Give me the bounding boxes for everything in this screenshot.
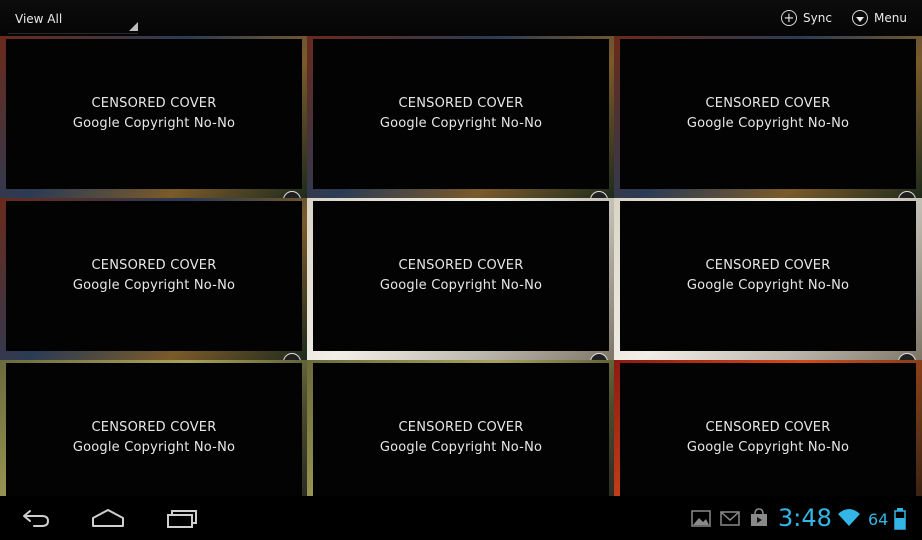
cover-line1: CENSORED COVER xyxy=(91,96,217,111)
view-filter-spinner[interactable]: View All xyxy=(8,5,138,34)
cover-line2: Google Copyright No-No xyxy=(686,440,850,455)
cover-tile[interactable]: CENSORED COVER Google Copyright No-No xyxy=(307,36,614,200)
cover-line1: CENSORED COVER xyxy=(705,420,831,435)
sync-label: Sync xyxy=(803,11,832,25)
cover-tile[interactable]: CENSORED COVER Google Copyright No-No xyxy=(614,198,922,362)
view-filter-label: View All xyxy=(15,12,63,26)
recent-apps-button[interactable] xyxy=(164,506,198,530)
censored-cover: CENSORED COVER Google Copyright No-No xyxy=(6,363,302,513)
cover-line2: Google Copyright No-No xyxy=(379,116,543,131)
back-button[interactable] xyxy=(20,506,52,530)
gmail-notification[interactable] xyxy=(719,508,741,532)
cover-line1: CENSORED COVER xyxy=(398,258,524,273)
wifi-status xyxy=(837,506,861,530)
cover-line1: CENSORED COVER xyxy=(91,258,217,273)
gallery-notification[interactable] xyxy=(690,508,712,532)
cover-line2: Google Copyright No-No xyxy=(686,116,850,131)
menu-label: Menu xyxy=(874,11,907,25)
cover-tile[interactable]: CENSORED COVER Google Copyright No-No xyxy=(307,198,614,362)
menu-button[interactable]: Menu xyxy=(852,8,907,28)
wifi-icon xyxy=(838,509,860,526)
market-icon xyxy=(751,508,767,526)
gmail-icon xyxy=(720,511,740,526)
market-notification[interactable] xyxy=(748,508,770,532)
cover-line2: Google Copyright No-No xyxy=(72,278,236,293)
gallery-icon xyxy=(691,510,711,527)
sync-button[interactable]: + Sync xyxy=(781,8,832,28)
chevron-down-icon xyxy=(852,10,868,26)
cover-line2: Google Copyright No-No xyxy=(379,278,543,293)
censored-cover: CENSORED COVER Google Copyright No-No xyxy=(313,363,609,513)
cover-line1: CENSORED COVER xyxy=(398,420,524,435)
home-button[interactable] xyxy=(90,506,126,530)
cover-line1: CENSORED COVER xyxy=(705,96,831,111)
recent-apps-icon xyxy=(167,510,197,528)
cover-line2: Google Copyright No-No xyxy=(72,116,236,131)
spinner-corner-icon xyxy=(129,22,138,31)
battery-icon xyxy=(894,508,906,530)
cover-tile[interactable]: CENSORED COVER Google Copyright No-No xyxy=(0,36,307,200)
battery-status xyxy=(893,508,907,532)
cover-line2: Google Copyright No-No xyxy=(686,278,850,293)
plus-icon: + xyxy=(781,10,797,26)
cover-line1: CENSORED COVER xyxy=(398,96,524,111)
clock-time: 3:48 xyxy=(778,504,832,532)
back-icon xyxy=(23,510,50,527)
cover-line1: CENSORED COVER xyxy=(91,420,217,435)
cover-line2: Google Copyright No-No xyxy=(72,440,236,455)
censored-cover: CENSORED COVER Google Copyright No-No xyxy=(313,201,609,351)
cover-tile[interactable]: CENSORED COVER Google Copyright No-No xyxy=(0,198,307,362)
cover-line1: CENSORED COVER xyxy=(705,258,831,273)
cover-line2: Google Copyright No-No xyxy=(379,440,543,455)
censored-cover: CENSORED COVER Google Copyright No-No xyxy=(6,39,302,189)
censored-cover: CENSORED COVER Google Copyright No-No xyxy=(620,39,916,189)
battery-percentage: 64 xyxy=(868,510,889,529)
censored-cover: CENSORED COVER Google Copyright No-No xyxy=(6,201,302,351)
censored-cover: CENSORED COVER Google Copyright No-No xyxy=(620,363,916,513)
home-icon xyxy=(92,509,124,527)
censored-cover: CENSORED COVER Google Copyright No-No xyxy=(313,39,609,189)
censored-cover: CENSORED COVER Google Copyright No-No xyxy=(620,201,916,351)
action-bar: View All + Sync Menu xyxy=(0,0,922,36)
cover-grid: CENSORED COVER Google Copyright No-No CE… xyxy=(0,36,922,524)
cover-tile[interactable]: CENSORED COVER Google Copyright No-No xyxy=(614,36,922,200)
